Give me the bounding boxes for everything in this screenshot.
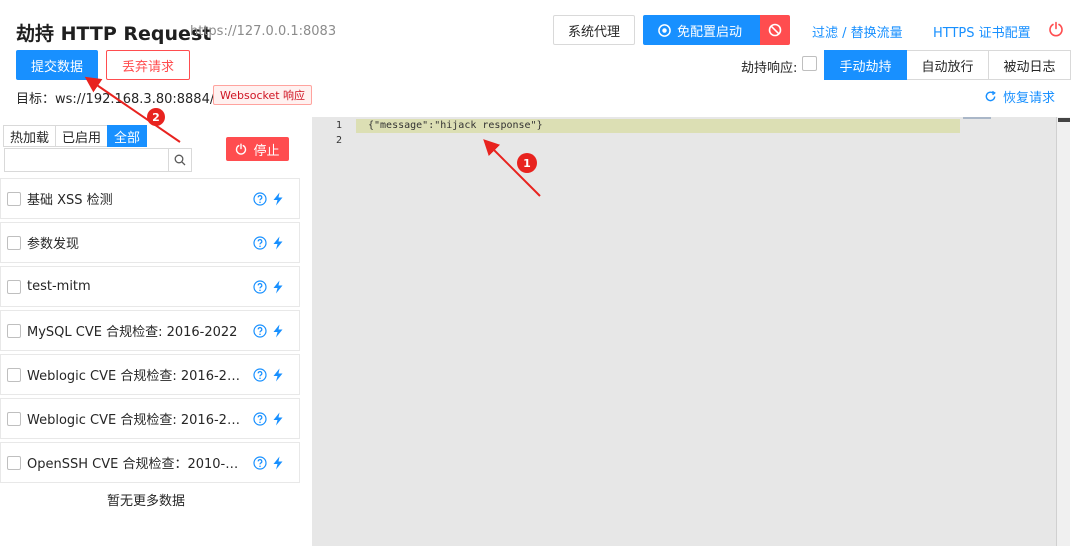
annotation-overlay — [84, 76, 541, 197]
annotation-badge-1: 1 — [517, 153, 537, 173]
mode-manual-hijack[interactable]: 手动劫持 — [824, 50, 907, 80]
annotation-badge-2: 2 — [147, 108, 165, 126]
filter-all[interactable]: 全部 — [107, 125, 148, 147]
